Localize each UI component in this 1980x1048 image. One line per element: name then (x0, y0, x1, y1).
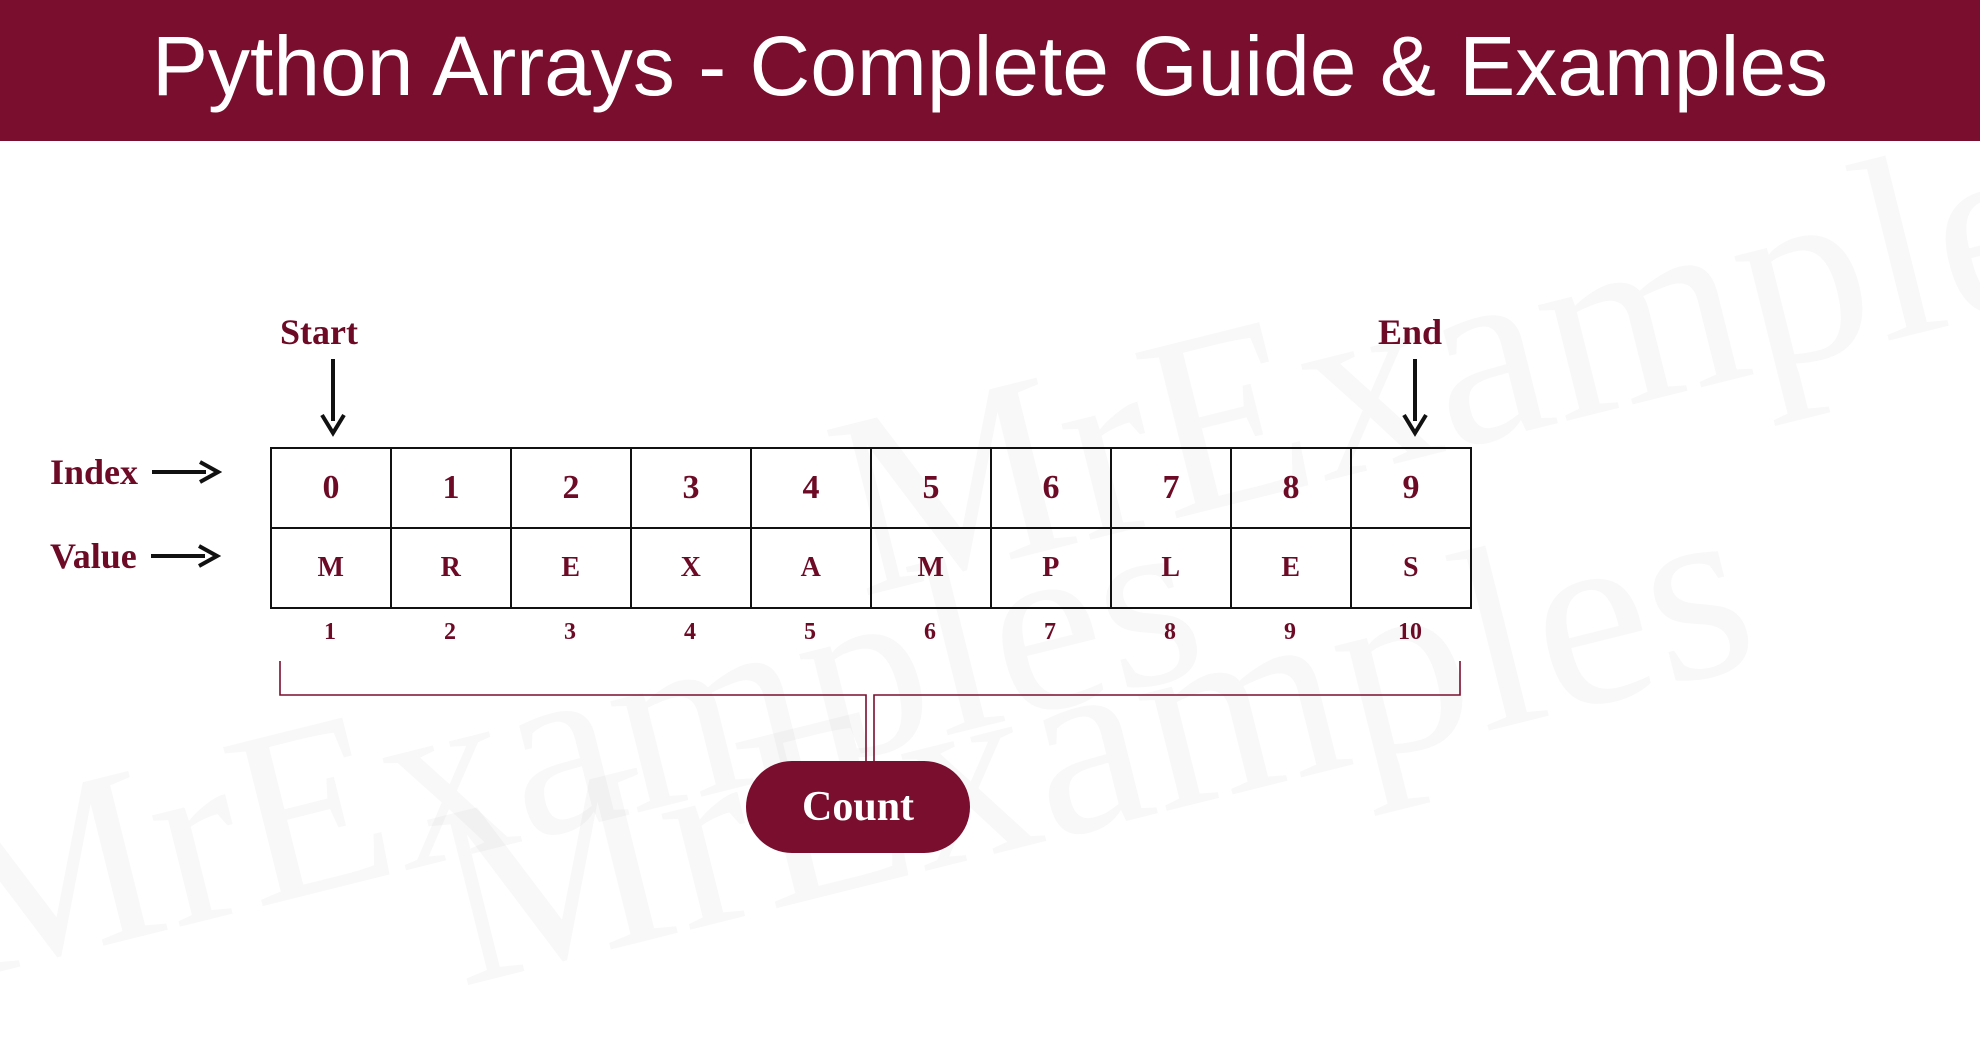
index-cell: 1 (391, 448, 511, 528)
count-cell: 1 (270, 619, 390, 646)
header-banner: Python Arrays - Complete Guide & Example… (0, 0, 1980, 141)
value-cell: S (1351, 528, 1471, 608)
value-cell: L (1111, 528, 1231, 608)
index-cell: 3 (631, 448, 751, 528)
value-cell: M (871, 528, 991, 608)
arrow-right-icon (151, 543, 221, 569)
value-row: M R E X A M P L E S (271, 528, 1471, 608)
end-label: End (1378, 311, 1442, 353)
index-cell: 9 (1351, 448, 1471, 528)
value-cell: A (751, 528, 871, 608)
index-cell: 7 (1111, 448, 1231, 528)
start-label: Start (280, 311, 358, 353)
index-cell: 5 (871, 448, 991, 528)
value-row-label: Value (50, 535, 222, 577)
index-cell: 8 (1231, 448, 1351, 528)
value-cell: X (631, 528, 751, 608)
count-cell: 3 (510, 619, 630, 646)
count-label: Count (802, 784, 914, 830)
counts-row: 1 2 3 4 5 6 7 8 9 10 (270, 619, 1470, 646)
index-row-label: Index (50, 451, 222, 493)
index-cell: 2 (511, 448, 631, 528)
value-cell: M (271, 528, 391, 608)
count-cell: 8 (1110, 619, 1230, 646)
count-badge: Count (746, 761, 970, 853)
value-cell: R (391, 528, 511, 608)
arrow-down-icon (1400, 359, 1430, 444)
index-row: 0 1 2 3 4 5 6 7 8 9 (271, 448, 1471, 528)
count-cell: 2 (390, 619, 510, 646)
index-label-text: Index (50, 451, 138, 493)
page-title: Python Arrays - Complete Guide & Example… (152, 19, 1828, 113)
arrow-right-icon (152, 459, 222, 485)
count-cell: 5 (750, 619, 870, 646)
count-cell: 4 (630, 619, 750, 646)
value-cell: E (1231, 528, 1351, 608)
value-label-text: Value (50, 535, 137, 577)
count-cell: 9 (1230, 619, 1350, 646)
index-cell: 0 (271, 448, 391, 528)
value-cell: E (511, 528, 631, 608)
row-labels: Index Value (50, 451, 222, 577)
index-cell: 6 (991, 448, 1111, 528)
diagram: MrExamples MrExamples MrExamples Start E… (0, 231, 1980, 991)
count-cell: 7 (990, 619, 1110, 646)
count-cell: 6 (870, 619, 990, 646)
count-cell: 10 (1350, 619, 1470, 646)
value-cell: P (991, 528, 1111, 608)
arrow-down-icon (318, 359, 348, 444)
index-cell: 4 (751, 448, 871, 528)
array-table: 0 1 2 3 4 5 6 7 8 9 M R E X A M P L E S (270, 447, 1472, 609)
count-bracket (276, 661, 1464, 776)
